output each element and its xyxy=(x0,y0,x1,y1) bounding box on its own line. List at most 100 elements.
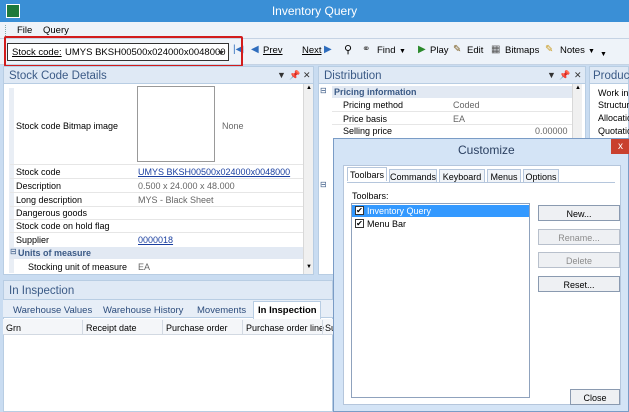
product-item[interactable]: Work in xyxy=(598,88,628,98)
notes-icon[interactable]: ✎ xyxy=(545,44,556,55)
column-header[interactable]: Purchase order line xyxy=(246,323,324,333)
row-label: Pricing method xyxy=(343,100,404,110)
row-value: EA xyxy=(138,262,151,272)
row-label: Price basis xyxy=(343,114,388,124)
divider xyxy=(332,111,572,112)
panel-title: Stock Code Details xyxy=(9,70,107,82)
notes-button[interactable]: Notes xyxy=(560,45,585,56)
column-header[interactable]: Grn xyxy=(6,323,21,333)
close-button[interactable]: Close xyxy=(570,389,620,405)
product-item[interactable]: Quotatio xyxy=(598,126,629,136)
close-icon[interactable]: ✕ xyxy=(574,70,582,81)
find-dropdown-icon[interactable]: ▼ xyxy=(399,48,410,59)
row-label: Long description xyxy=(16,195,83,205)
binoculars-icon[interactable]: ⚭ xyxy=(362,44,373,55)
edit-button[interactable]: Edit xyxy=(467,45,483,56)
section-header: ⊟ Pricing information xyxy=(320,86,572,98)
product-item[interactable]: Structur xyxy=(598,100,629,110)
dialog-tab-menus[interactable]: Menus xyxy=(487,169,521,183)
scroll-up-icon[interactable]: ▲ xyxy=(306,85,312,91)
menu-query[interactable]: Query xyxy=(43,25,69,36)
bitmaps-icon[interactable]: ▦ xyxy=(491,44,502,55)
vertical-scrollbar[interactable]: ▲ xyxy=(572,84,582,144)
scroll-up-icon[interactable]: ▲ xyxy=(575,85,581,91)
tab-divider xyxy=(347,182,615,183)
bitmap-label: Stock code Bitmap image xyxy=(16,121,119,131)
scroll-down-icon[interactable]: ▼ xyxy=(306,264,312,270)
rename-button[interactable]: Rename... xyxy=(538,229,620,245)
toolbar-overflow-icon[interactable]: ▼ xyxy=(600,51,611,62)
menu-file[interactable]: File xyxy=(17,25,32,36)
dialog-close-icon[interactable]: x xyxy=(611,139,629,154)
row-label: Dangerous goods xyxy=(16,208,88,218)
vertical-scrollbar[interactable]: ▲ ▼ xyxy=(303,84,313,274)
dialog-tab-toolbars[interactable]: Toolbars xyxy=(347,167,387,181)
tab-in-inspection[interactable]: In Inspection xyxy=(258,305,317,316)
dialog-tab-commands[interactable]: Commands xyxy=(389,169,437,183)
checkbox-icon[interactable]: ✔ xyxy=(355,206,364,215)
distribution-header: Distribution ▼ 📌 ✕ xyxy=(318,66,586,84)
dialog-tab-options[interactable]: Options xyxy=(523,169,559,183)
bitmap-value: None xyxy=(222,121,244,131)
pin-icon[interactable]: 📌 xyxy=(559,70,570,81)
column-header[interactable]: Receipt date xyxy=(86,323,137,333)
notes-dropdown-icon[interactable]: ▼ xyxy=(588,48,599,59)
close-icon[interactable]: ✕ xyxy=(303,70,311,81)
product-item[interactable]: Allocatio xyxy=(598,113,629,123)
column-divider xyxy=(82,320,83,335)
divider xyxy=(10,164,303,165)
bitmap-image-box[interactable] xyxy=(137,86,215,162)
toolbars-list-label: Toolbars: xyxy=(352,191,389,201)
stock-code-link[interactable]: UMYS BKSH00500x024000x0048000 xyxy=(138,167,290,177)
divider xyxy=(10,178,303,179)
play-button[interactable]: Play xyxy=(430,45,448,56)
panel-menu-icon[interactable]: ▼ xyxy=(277,70,286,80)
prev-arrow-icon[interactable]: ◀ xyxy=(251,44,262,55)
bitmaps-button[interactable]: Bitmaps xyxy=(505,45,539,56)
reset-button[interactable]: Reset... xyxy=(538,276,620,292)
product-header: Produc xyxy=(589,66,629,84)
menu-grip-icon[interactable] xyxy=(5,25,8,36)
toolbars-list[interactable] xyxy=(351,203,530,398)
section-title: Pricing information xyxy=(334,87,417,97)
divider xyxy=(10,232,303,233)
search-icon[interactable]: ⚲ xyxy=(344,43,355,56)
row-label: Stock code xyxy=(16,167,61,177)
column-header[interactable]: Su xyxy=(325,323,333,333)
divider xyxy=(10,192,303,193)
divider xyxy=(332,124,572,125)
stock-code-details-header: Stock Code Details ▼ 📌 ✕ xyxy=(3,66,314,84)
play-icon[interactable]: ▶ xyxy=(418,44,429,55)
row-gutter xyxy=(9,88,14,273)
column-divider xyxy=(162,320,163,335)
prev-button[interactable]: Prev xyxy=(263,45,283,56)
section-header: ⊟ Units of measure xyxy=(10,247,303,259)
list-item-label[interactable]: Menu Bar xyxy=(367,219,406,229)
row-label: Description xyxy=(16,181,62,191)
panel-title: In Inspection xyxy=(9,285,75,297)
collapse-icon[interactable]: ⊟ xyxy=(10,247,17,256)
row-value: 0.00000 xyxy=(535,126,568,136)
list-item-label[interactable]: Inventory Query xyxy=(367,206,431,216)
checkbox-icon[interactable]: ✔ xyxy=(355,219,364,228)
dialog-tab-keyboard[interactable]: Keyboard xyxy=(439,169,485,183)
tab-warehouse-history[interactable]: Warehouse History xyxy=(103,305,183,316)
collapse-icon[interactable]: ⊟ xyxy=(320,180,327,189)
collapse-icon[interactable]: ⊟ xyxy=(320,86,327,95)
edit-icon[interactable]: ✎ xyxy=(453,44,464,55)
in-inspection-header: In Inspection xyxy=(3,280,333,300)
new-button[interactable]: New... xyxy=(538,205,620,221)
panel-menu-icon[interactable]: ▼ xyxy=(547,70,556,80)
next-arrow-icon[interactable]: ▶ xyxy=(324,44,335,55)
pin-icon[interactable]: 📌 xyxy=(289,70,300,81)
delete-button[interactable]: Delete xyxy=(538,252,620,268)
tab-movements[interactable]: Movements xyxy=(197,305,246,316)
find-button[interactable]: Find xyxy=(377,45,395,56)
row-value: Coded xyxy=(453,100,480,110)
tab-warehouse-values[interactable]: Warehouse Values xyxy=(13,305,92,316)
row-value: 0.500 x 24.000 x 48.000 xyxy=(138,181,235,191)
next-button[interactable]: Next xyxy=(302,45,322,56)
column-header[interactable]: Purchase order xyxy=(166,323,228,333)
supplier-link[interactable]: 0000018 xyxy=(138,235,173,245)
section-title: Units of measure xyxy=(18,248,92,258)
